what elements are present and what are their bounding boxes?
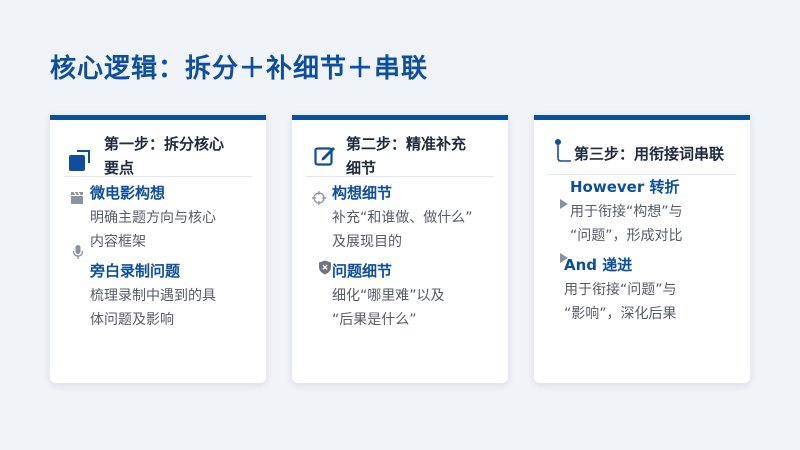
crosshair-icon (312, 190, 326, 209)
divider (64, 176, 252, 177)
section-title: However 转折 (570, 178, 680, 196)
card-header-line: 第一步：拆分核心 (104, 135, 225, 153)
section-title: 微电影构想 (90, 184, 166, 202)
section-text: 内容框架 (90, 234, 146, 250)
triangle-right-icon (560, 194, 568, 213)
step-card-3: 第三步：用衔接词串联 However 转折 用于衔接“构想”与 “问题”，形成对… (534, 115, 750, 383)
microphone-icon (72, 244, 84, 264)
page-title: 核心逻辑：拆分＋补细节＋串联 (50, 54, 429, 84)
section-text: 及展现目的 (332, 234, 402, 250)
section-text: “影响”，深化后果 (564, 306, 677, 322)
square-split-icon (68, 150, 90, 176)
section-title: 问题细节 (332, 262, 393, 280)
link-path-icon (554, 138, 572, 168)
edit-pencil-icon (314, 144, 336, 170)
card-header-line: 第二步：精准补充 (346, 135, 467, 153)
divider (306, 176, 494, 177)
section-text: 用于衔接“问题”与 (564, 282, 677, 298)
section-title: And 递进 (564, 256, 633, 274)
divider (548, 174, 736, 175)
section-text: 补充“和谁做、做什么” (332, 210, 473, 226)
section-text: 明确主题方向与核心 (90, 210, 216, 226)
section-text: “问题”，形成对比 (570, 228, 683, 244)
section-text: 梳理录制中遇到的具 (90, 288, 216, 304)
section-text: 细化“哪里难”以及 (332, 288, 445, 304)
section-text: 体问题及影响 (90, 312, 174, 328)
section-text: “后果是什么” (332, 312, 417, 328)
step-card-1: 第一步：拆分核心 要点 微电影构想 明确主题方向与核心 内容框架 旁白录制问题 … (50, 115, 266, 383)
section-title: 旁白录制问题 (90, 262, 181, 280)
section-title: 构想细节 (332, 184, 393, 202)
card-header-line: 第三步：用衔接词串联 (574, 145, 725, 163)
film-clapper-icon (70, 190, 84, 209)
shield-x-icon (318, 260, 332, 279)
section-text: 用于衔接“构想”与 (570, 204, 683, 220)
step-card-2: 第二步：精准补充 细节 构想细节 补充“和谁做、做什么” 及展现目的 问题细节 … (292, 115, 508, 383)
